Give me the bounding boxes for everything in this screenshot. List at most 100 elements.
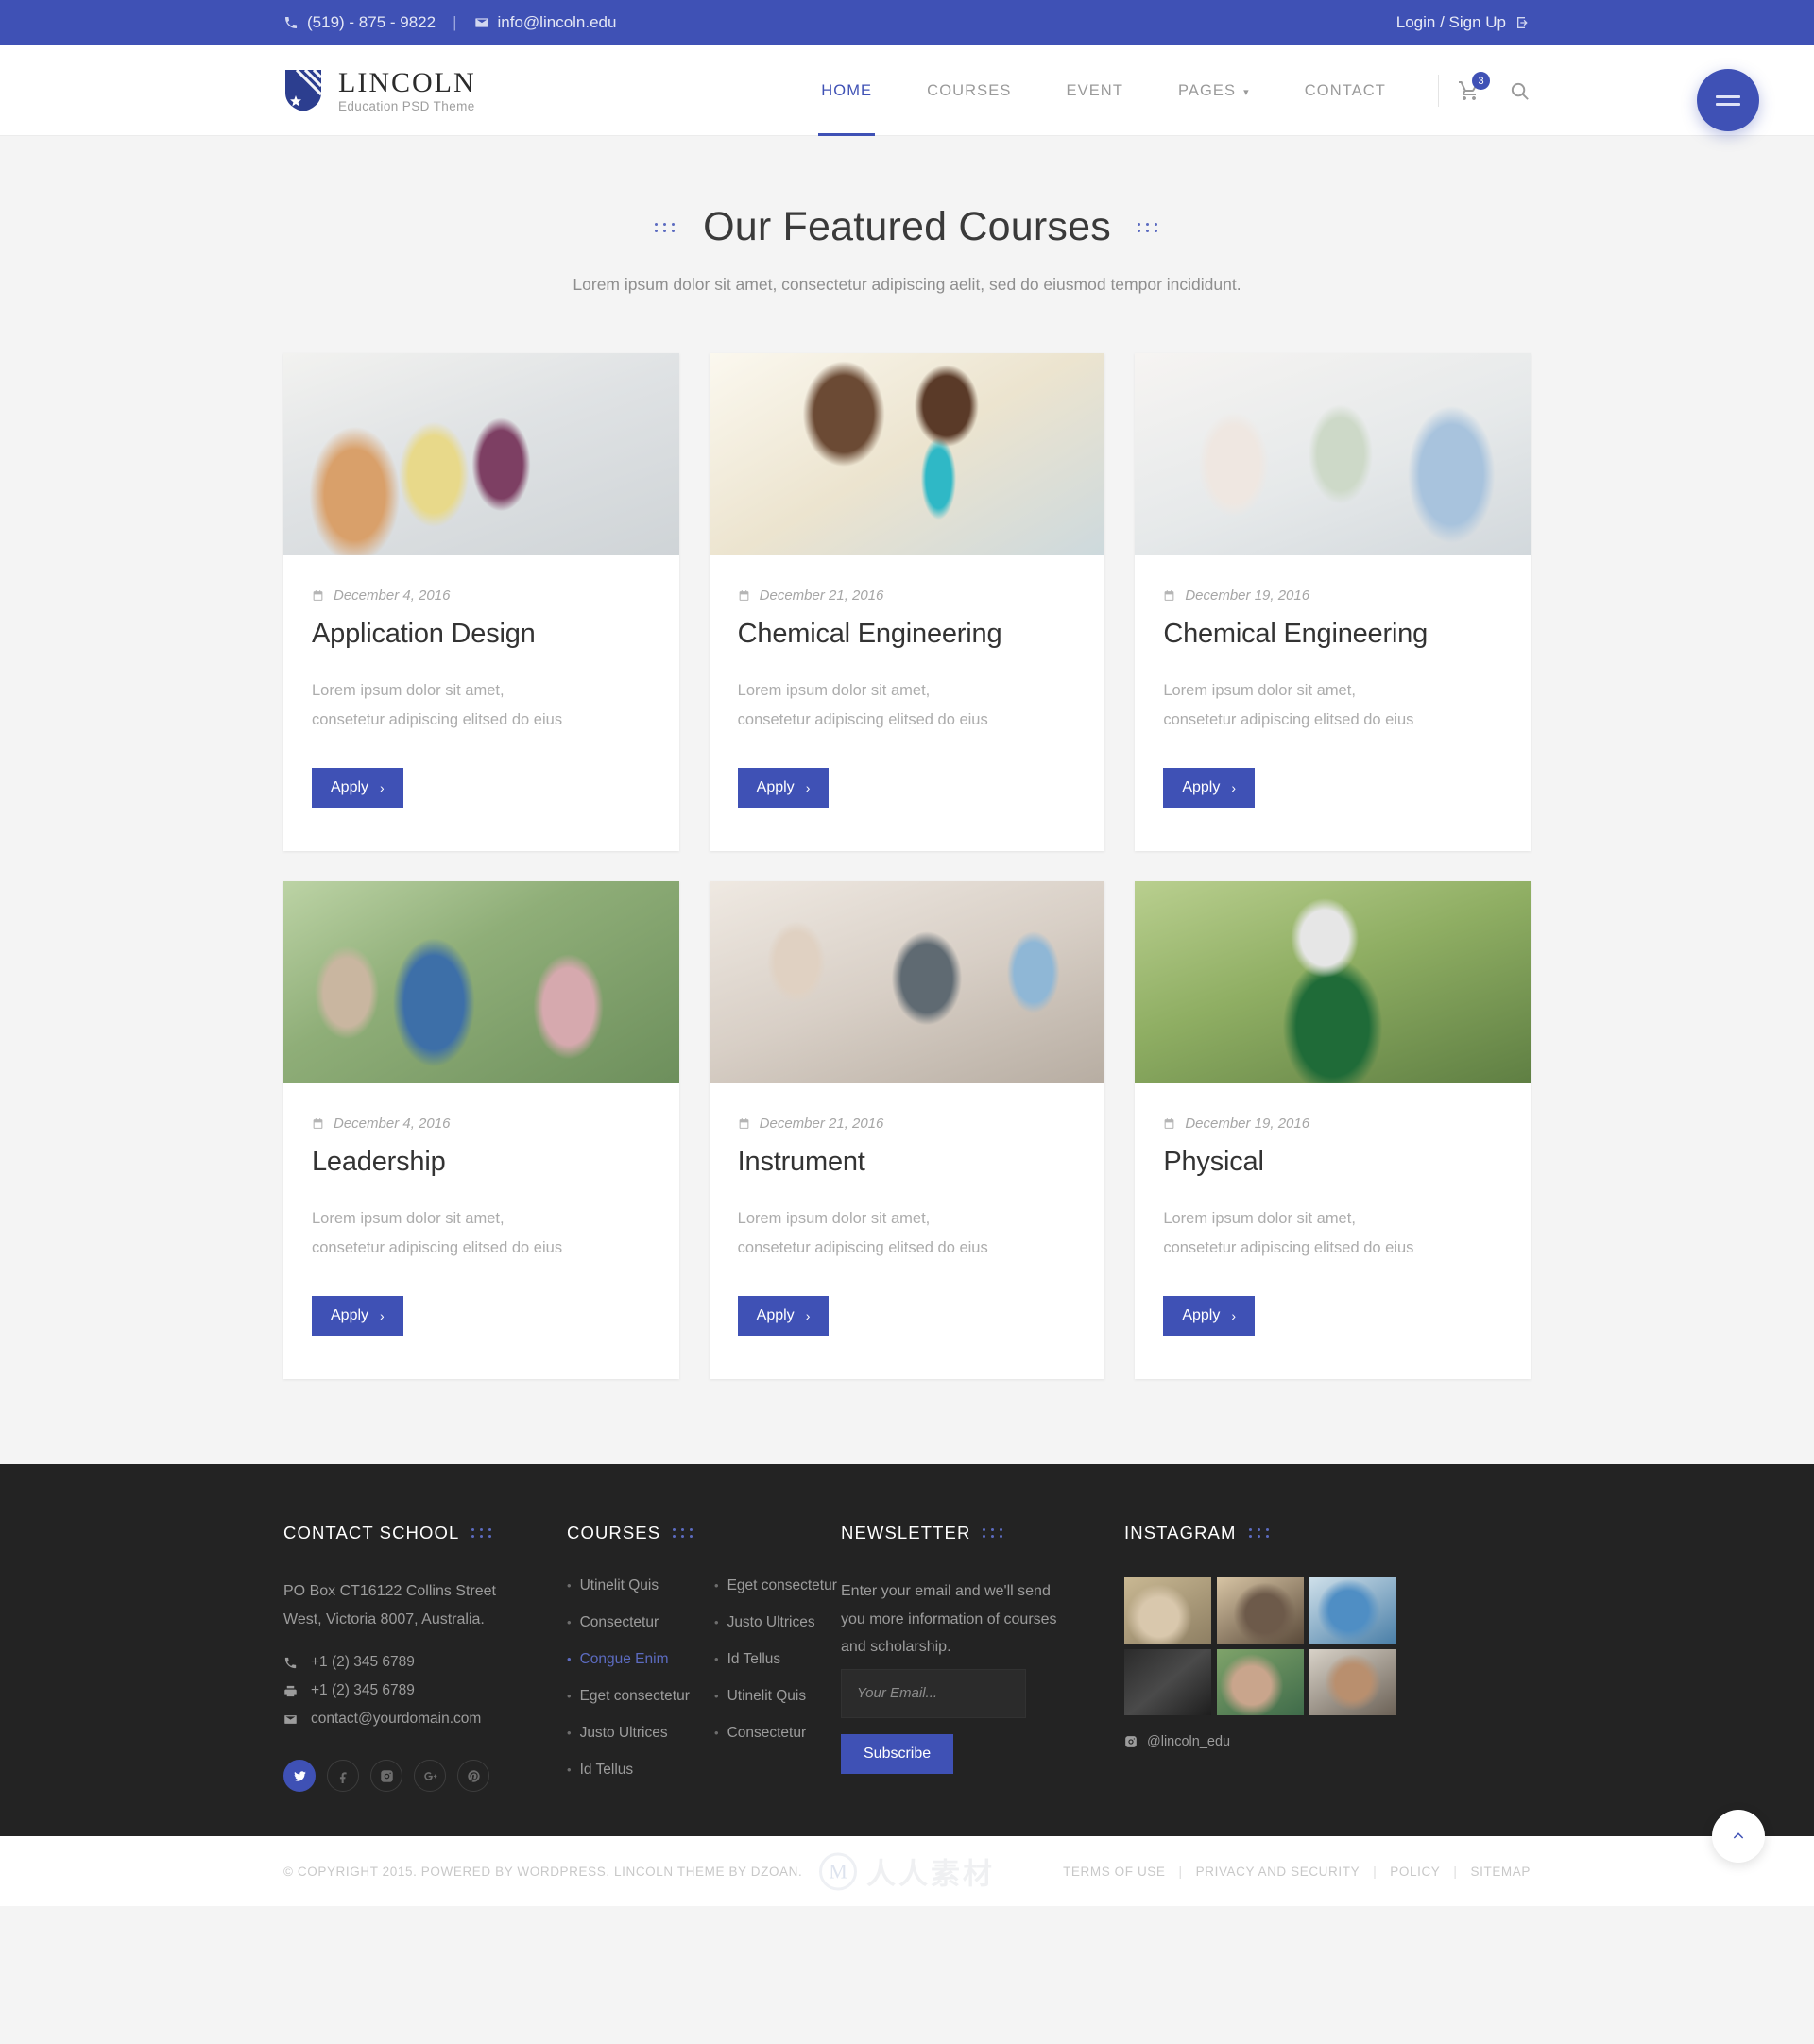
course-card[interactable]: December 21, 2016 Instrument Lorem ipsum… xyxy=(709,881,1105,1380)
search-button[interactable] xyxy=(1509,80,1531,102)
nav-item-home[interactable]: HOME xyxy=(794,45,899,136)
course-title: Instrument xyxy=(737,1147,865,1178)
search-icon xyxy=(1511,82,1529,100)
footer-course-link[interactable]: • Justo Ultrices xyxy=(714,1614,841,1631)
course-card[interactable]: December 19, 2016 Physical Lorem ipsum d… xyxy=(1135,881,1531,1380)
course-card[interactable]: December 21, 2016 Chemical Engineering L… xyxy=(709,353,1105,852)
nav-item-event[interactable]: EVENT xyxy=(1038,45,1151,136)
chevron-right-icon: › xyxy=(805,780,811,796)
topbar-separator: | xyxy=(453,13,457,31)
course-title: Chemical Engineering xyxy=(1163,619,1429,649)
instagram-thumbnail[interactable] xyxy=(1217,1649,1304,1716)
footer-course-label: Utinelit Quis xyxy=(579,1577,659,1594)
pinterest-icon xyxy=(467,1770,480,1782)
nav-item-pages[interactable]: PAGES ▾ xyxy=(1151,45,1277,136)
apply-button[interactable]: Apply › xyxy=(737,768,830,809)
instagram-thumbnail[interactable] xyxy=(1217,1577,1304,1644)
copyright-text: © COPYRIGHT 2015. POWERED BY WORDPRESS. … xyxy=(283,1864,803,1879)
nav-item-pages-label: PAGES xyxy=(1178,81,1237,99)
footer-course-link[interactable]: • Utinelit Quis xyxy=(567,1577,693,1594)
chevron-down-icon: ▾ xyxy=(1243,86,1250,98)
course-image xyxy=(1135,353,1531,555)
course-image xyxy=(1135,881,1531,1084)
social-twitter-button[interactable] xyxy=(283,1760,316,1793)
instagram-thumbnail[interactable] xyxy=(1124,1649,1211,1716)
apply-button[interactable]: Apply › xyxy=(312,1296,403,1337)
nav-item-event-label: EVENT xyxy=(1066,81,1123,99)
apply-button-label: Apply xyxy=(1182,1307,1221,1324)
section-title-text: Our Featured Courses xyxy=(703,204,1111,249)
newsletter-email-input[interactable] xyxy=(841,1668,1026,1718)
instagram-icon xyxy=(380,1770,393,1782)
footer-course-label: Justo Ultrices xyxy=(579,1725,668,1742)
hamburger-icon-bar xyxy=(1716,94,1740,98)
footer-course-label: Utinelit Quis xyxy=(727,1688,807,1705)
footer-course-link[interactable]: • Eget consectetur xyxy=(567,1688,693,1705)
logo[interactable]: LINCOLN Education PSD Theme xyxy=(283,68,476,113)
nav-item-courses[interactable]: COURSES xyxy=(899,45,1038,136)
footer-contact-title: CONTACT SCHOOL xyxy=(283,1523,567,1543)
social-google-plus-button[interactable] xyxy=(414,1760,446,1793)
social-pinterest-button[interactable] xyxy=(457,1760,489,1793)
apply-button[interactable]: Apply › xyxy=(737,1296,830,1337)
footer-newsletter-title: NEWSLETTER xyxy=(841,1523,1124,1543)
facebook-icon xyxy=(339,1772,347,1783)
policy-link[interactable]: POLICY xyxy=(1390,1865,1440,1879)
cart-button[interactable]: 3 xyxy=(1458,72,1490,102)
apply-button-label: Apply xyxy=(756,779,795,796)
course-card[interactable]: December 4, 2016 Application Design Lore… xyxy=(283,353,679,852)
topbar-email-text: info@lincoln.edu xyxy=(497,13,617,31)
instagram-thumbnail[interactable] xyxy=(1309,1577,1396,1644)
subscribe-button[interactable]: Subscribe xyxy=(841,1733,954,1774)
course-card[interactable]: December 4, 2016 Leadership Lorem ipsum … xyxy=(283,881,679,1380)
footer-course-link[interactable]: • Congue Enim xyxy=(567,1651,693,1668)
bullet-icon: • xyxy=(714,1689,719,1704)
instagram-handle[interactable]: @lincoln_edu xyxy=(1124,1734,1531,1749)
bullet-icon: • xyxy=(567,1615,572,1630)
footer-course-label: Consectetur xyxy=(579,1614,659,1631)
footer-course-link[interactable]: • Utinelit Quis xyxy=(714,1688,841,1705)
privacy-and-security-link[interactable]: PRIVACY AND SECURITY xyxy=(1196,1865,1360,1879)
course-image xyxy=(709,353,1105,555)
floating-menu-button[interactable] xyxy=(1697,69,1759,131)
footer-course-link[interactable]: • Consectetur xyxy=(714,1725,841,1742)
footer-course-link[interactable]: • Id Tellus xyxy=(714,1651,841,1668)
terms-of-use-link[interactable]: TERMS OF USE xyxy=(1063,1865,1165,1879)
course-card[interactable]: December 19, 2016 Chemical Engineering L… xyxy=(1135,353,1531,852)
nav-item-home-label: HOME xyxy=(821,81,873,99)
footer-course-link[interactable]: • Id Tellus xyxy=(567,1762,693,1779)
footer-courses-title: COURSES xyxy=(567,1523,841,1543)
topbar-phone-text: (519) - 875 - 9822 xyxy=(307,13,436,31)
footer-course-link[interactable]: • Eget consectetur xyxy=(714,1577,841,1594)
link-separator: | xyxy=(1373,1864,1378,1879)
apply-button[interactable]: Apply › xyxy=(312,768,403,809)
apply-button[interactable]: Apply › xyxy=(1163,768,1256,809)
topbar-account[interactable]: Login / Sign Up xyxy=(1396,13,1531,32)
instagram-feed xyxy=(1124,1577,1531,1716)
topbar-phone[interactable]: (519) - 875 - 9822 xyxy=(283,13,436,32)
social-instagram-button[interactable] xyxy=(370,1760,402,1793)
apply-button[interactable]: Apply › xyxy=(1163,1296,1256,1337)
social-facebook-button[interactable] xyxy=(327,1760,359,1793)
top-bar-contact-group: (519) - 875 - 9822 | info@lincoln.edu xyxy=(283,13,616,32)
link-separator: | xyxy=(1453,1864,1458,1879)
nav-item-contact[interactable]: CONTACT xyxy=(1277,45,1413,136)
google-plus-icon xyxy=(423,1771,436,1780)
nav-item-courses-label: COURSES xyxy=(927,81,1012,99)
envelope-icon xyxy=(283,1712,298,1727)
topbar-email[interactable]: info@lincoln.edu xyxy=(474,13,617,32)
course-description: Lorem ipsum dolor sit amet, consetetur a… xyxy=(312,682,563,728)
footer-fax: +1 (2) 345 6789 xyxy=(283,1682,567,1699)
instagram-thumbnail[interactable] xyxy=(1309,1649,1396,1716)
footer-course-link[interactable]: • Justo Ultrices xyxy=(567,1725,693,1742)
footer-contact-title-text: CONTACT SCHOOL xyxy=(283,1523,460,1543)
footer-email[interactable]: contact@yourdomain.com xyxy=(283,1711,567,1728)
scroll-to-top-button[interactable] xyxy=(1712,1810,1765,1864)
dots-ornament xyxy=(983,1528,1004,1539)
footer-course-label: Justo Ultrices xyxy=(727,1614,815,1631)
footer-phone[interactable]: +1 (2) 345 6789 xyxy=(283,1654,567,1671)
footer-course-link[interactable]: • Consectetur xyxy=(567,1614,693,1631)
footer-newsletter-title-text: NEWSLETTER xyxy=(841,1523,971,1543)
instagram-thumbnail[interactable] xyxy=(1124,1577,1211,1644)
sitemap-link[interactable]: SITEMAP xyxy=(1471,1865,1531,1879)
